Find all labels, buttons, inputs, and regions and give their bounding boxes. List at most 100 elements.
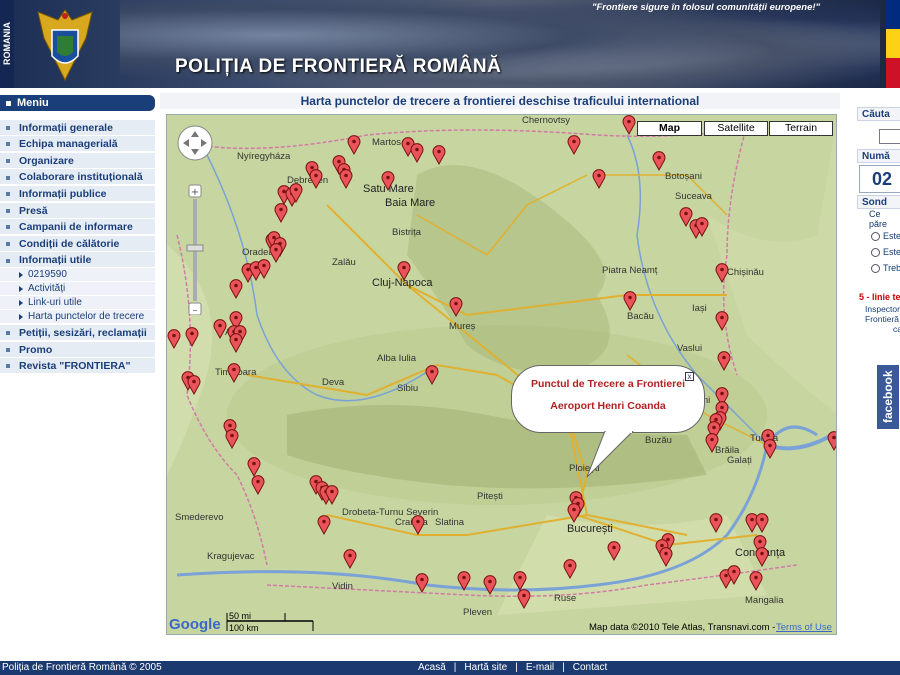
map-marker-icon[interactable]: [274, 203, 288, 223]
sidebar-item-label: Campanii de informare: [19, 221, 133, 234]
map-marker-icon[interactable]: [652, 151, 666, 171]
radio-button[interactable]: [871, 232, 880, 242]
map-marker-icon[interactable]: [229, 333, 243, 353]
map-marker-icon[interactable]: [251, 475, 265, 495]
poll-option[interactable]: Este: [871, 247, 900, 258]
map-marker-icon[interactable]: [592, 169, 606, 189]
map-marker-icon[interactable]: [339, 169, 353, 189]
footer-link-acasa[interactable]: Acasă: [418, 662, 446, 673]
map-marker-icon[interactable]: [229, 279, 243, 299]
sidebar-item-revista-frontiera[interactable]: Revista "FRONTIERA": [0, 358, 155, 375]
map-marker-icon[interactable]: [755, 547, 769, 567]
map-marker-icon[interactable]: [410, 143, 424, 163]
map-marker-icon[interactable]: [715, 263, 729, 283]
sidebar-item-campanii-de-informare[interactable]: Campanii de informare: [0, 219, 155, 236]
square-bullet-icon: [6, 192, 10, 197]
map-marker-icon[interactable]: [622, 115, 636, 135]
map-marker-icon[interactable]: [715, 311, 729, 331]
map-marker-icon[interactable]: [269, 243, 283, 263]
map-marker-icon[interactable]: [325, 485, 339, 505]
map-marker-icon[interactable]: [187, 375, 201, 395]
sidebar-item-organizare[interactable]: Organizare: [0, 152, 155, 169]
poll-option[interactable]: Treb: [871, 263, 900, 274]
map-city-label: Nyíregyháza: [237, 151, 291, 162]
map-marker-icon[interactable]: [483, 575, 497, 595]
poll-option[interactable]: Este: [871, 231, 900, 242]
sidebar-subitem-harta-punctelor-de-trecere[interactable]: Harta punctelor de trecere: [0, 310, 155, 325]
close-icon[interactable]: x: [685, 372, 694, 381]
map-marker-icon[interactable]: [607, 541, 621, 561]
map-type-terrain-button[interactable]: Terrain: [769, 121, 833, 136]
map-marker-icon[interactable]: [749, 571, 763, 591]
map-marker-icon[interactable]: [289, 183, 303, 203]
map-city-label: Alba Iulia: [377, 353, 417, 364]
square-bullet-icon: [6, 331, 10, 336]
map-marker-icon[interactable]: [309, 169, 323, 189]
map-marker-icon[interactable]: [563, 559, 577, 579]
map-viewport[interactable]: Chernovtsy Martos Nyíregyháza Satu Mare Baia…: [166, 114, 837, 635]
map-marker-icon[interactable]: [167, 329, 181, 349]
sidebar-item-petitii-sesizari-reclamatii[interactable]: Petiții, sesizări, reclamații: [0, 324, 155, 341]
map-marker-icon[interactable]: [827, 431, 837, 451]
map-marker-icon[interactable]: [513, 571, 527, 591]
map-marker-icon[interactable]: [763, 439, 777, 459]
map-type-satellite-button[interactable]: Satellite: [704, 121, 768, 136]
sidebar-item-presa[interactable]: Presă: [0, 202, 155, 219]
sidebar-item-informatii-publice[interactable]: Informații publice: [0, 185, 155, 202]
map-marker-icon[interactable]: [317, 515, 331, 535]
sidebar-item-colaborare-institutionala[interactable]: Colaborare instituțională: [0, 169, 155, 186]
map-city-label: Smederevo: [175, 512, 224, 523]
sidebar-item-promo[interactable]: Promo: [0, 341, 155, 358]
arrow-right-icon: [19, 313, 23, 320]
map-marker-icon[interactable]: [517, 589, 531, 609]
map-marker-icon[interactable]: [659, 547, 673, 567]
map-marker-icon[interactable]: [457, 571, 471, 591]
radio-button[interactable]: [871, 248, 880, 258]
sidebar-subitem-activitati[interactable]: Activități: [0, 282, 155, 297]
map-marker-icon[interactable]: [695, 217, 709, 237]
pan-control[interactable]: [177, 125, 213, 161]
footer-link-e-mail[interactable]: E-mail: [526, 662, 554, 673]
footer-link-harta-site[interactable]: Hartă site: [464, 662, 507, 673]
map-marker-icon[interactable]: [227, 363, 241, 383]
map-marker-icon[interactable]: [717, 351, 731, 371]
terms-link[interactable]: Terms of Use: [776, 622, 832, 633]
sidebar-subitem-link-uri-utile[interactable]: Link-uri utile: [0, 296, 155, 311]
map-marker-icon[interactable]: [727, 565, 741, 585]
map-marker-icon[interactable]: [347, 135, 361, 155]
map-marker-icon[interactable]: [185, 327, 199, 347]
map-marker-icon[interactable]: [755, 513, 769, 533]
map-type-map-button[interactable]: Map: [637, 121, 702, 136]
search-input[interactable]: [879, 129, 900, 144]
map-marker-icon[interactable]: [415, 573, 429, 593]
zoom-slider[interactable]: [187, 199, 203, 303]
sidebar-item-echipa-manageriala[interactable]: Echipa managerială: [0, 136, 155, 153]
map-marker-icon[interactable]: [567, 503, 581, 523]
map-marker-icon[interactable]: [432, 145, 446, 165]
radio-button[interactable]: [871, 264, 880, 274]
sidebar-subitem-0219590[interactable]: 0219590: [0, 268, 155, 283]
phone-number-banner[interactable]: 02: [859, 165, 900, 193]
map-marker-icon[interactable]: [623, 291, 637, 311]
map-marker-icon[interactable]: [343, 549, 357, 569]
sidebar-item-informatii-generale[interactable]: Informații generale: [0, 119, 155, 136]
map-marker-icon[interactable]: [567, 135, 581, 155]
map-marker-icon[interactable]: [705, 433, 719, 453]
map-marker-icon[interactable]: [411, 515, 425, 535]
facebook-badge[interactable]: facebook: [877, 365, 899, 429]
sidebar-item-informatii-utile[interactable]: Informații utile: [0, 252, 155, 269]
map-marker-icon[interactable]: [225, 429, 239, 449]
map-marker-icon[interactable]: [709, 513, 723, 533]
map-marker-icon[interactable]: [381, 171, 395, 191]
zoom-out-button[interactable]: [189, 303, 201, 315]
map-marker-icon[interactable]: [247, 457, 261, 477]
map-marker-icon[interactable]: [425, 365, 439, 385]
sidebar-item-label: Condiții de călătorie: [19, 237, 120, 250]
map-marker-icon[interactable]: [449, 297, 463, 317]
map-marker-icon[interactable]: [257, 259, 271, 279]
map-marker-icon[interactable]: [397, 261, 411, 281]
zoom-in-button[interactable]: [189, 185, 201, 197]
sidebar-item-conditii-de-calatorie[interactable]: Condiții de călătorie: [0, 235, 155, 252]
footer-link-contact[interactable]: Contact: [573, 662, 607, 673]
map-marker-icon[interactable]: [213, 319, 227, 339]
